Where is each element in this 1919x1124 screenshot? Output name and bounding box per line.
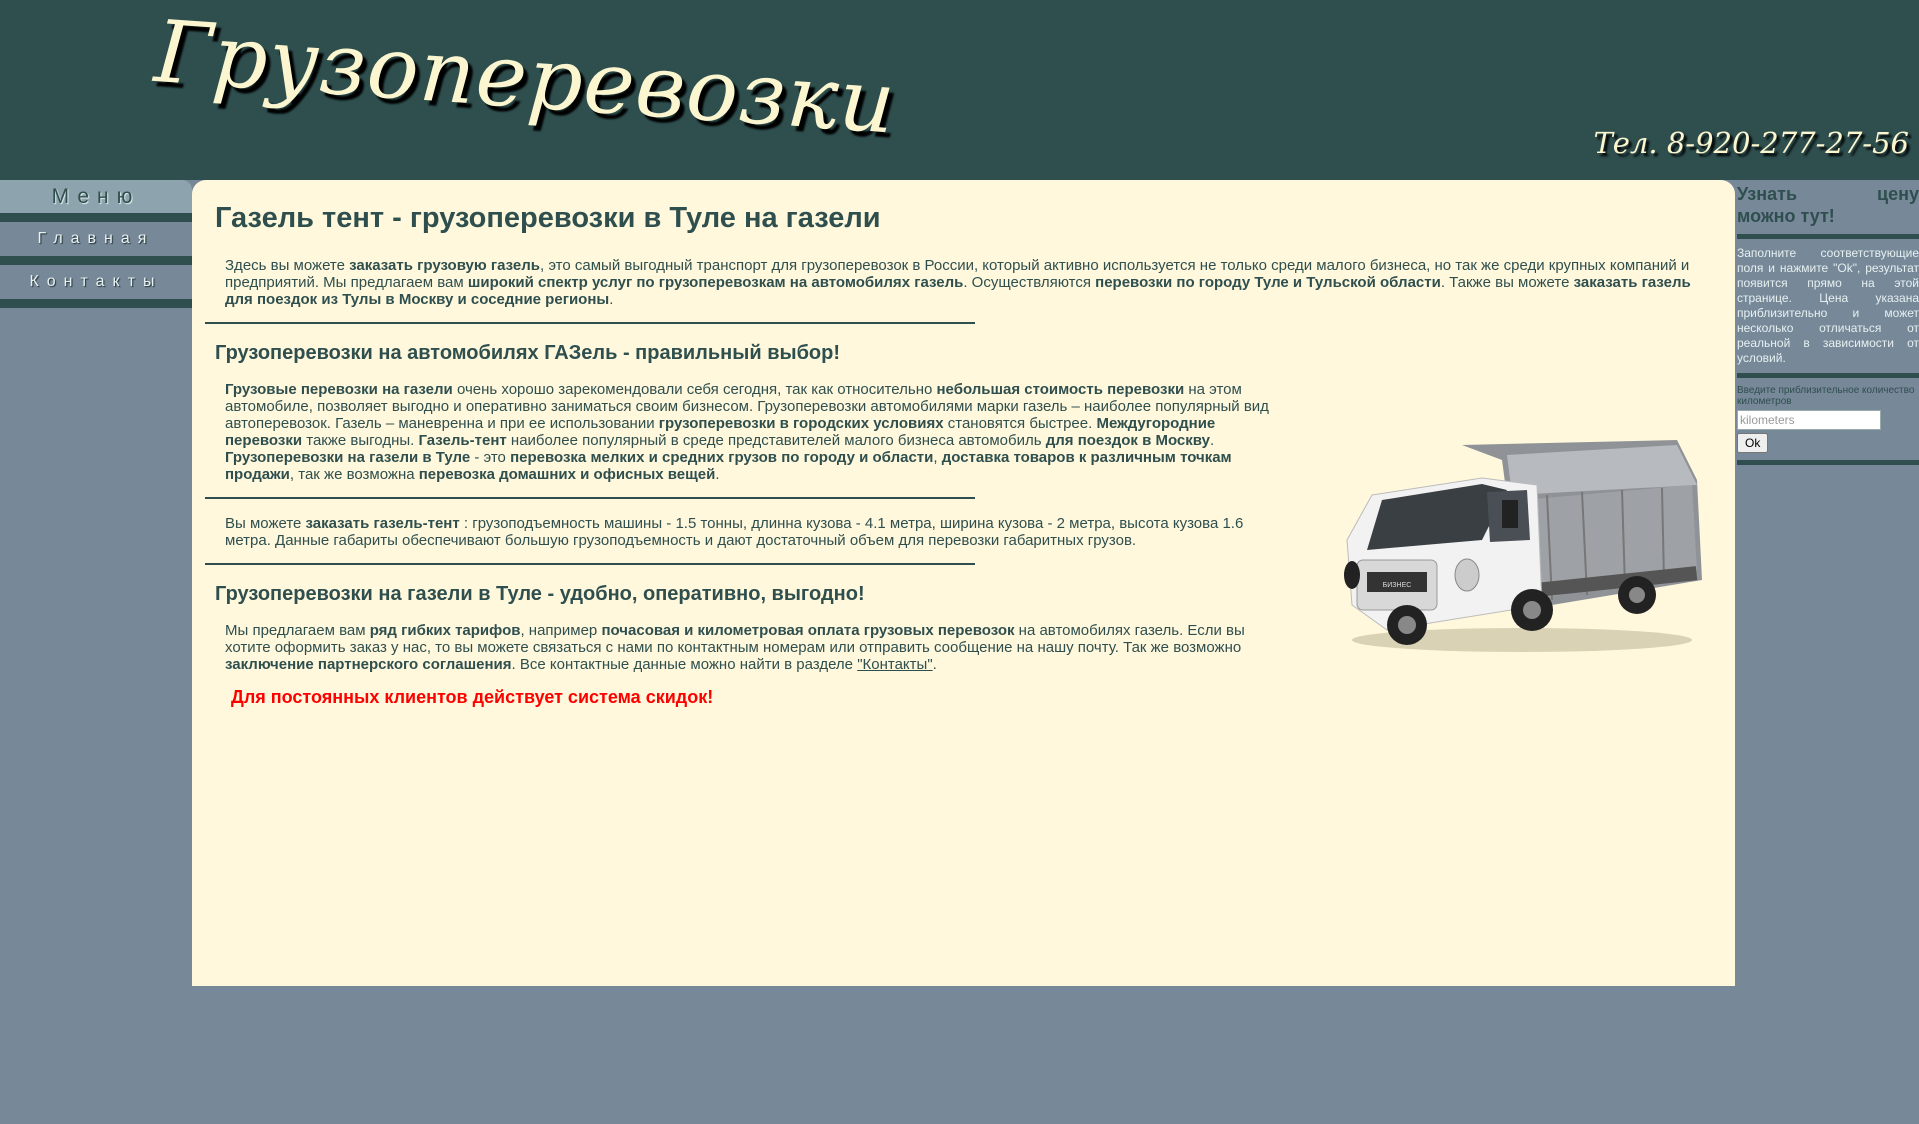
calculator-instructions: Заполните соответствующие поля и нажмите… — [1737, 246, 1919, 365]
choice-paragraph: Грузовые перевозки на газели очень хорош… — [225, 381, 1269, 483]
left-menu: Меню Главная Контакты — [0, 180, 192, 308]
menu-title: Меню — [0, 180, 192, 213]
calculator-divider — [1737, 460, 1919, 465]
calculator-divider — [1737, 373, 1919, 378]
menu-divider — [0, 213, 192, 222]
intro-paragraph: Здесь вы можете заказать грузовую газель… — [225, 257, 1691, 308]
section-divider — [205, 497, 975, 499]
page-title: Газель тент - грузоперевозки в Туле на г… — [215, 202, 881, 234]
ok-button[interactable]: Ok — [1737, 433, 1769, 453]
menu-divider — [0, 299, 192, 308]
section-divider — [205, 322, 975, 324]
site-logo[interactable]: Грузоперевозки — [152, 2, 899, 154]
price-calculator: Узнать цену можно тут! Заполните соответ… — [1737, 180, 1919, 472]
contacts-link[interactable]: "Контакты" — [857, 656, 932, 673]
discount-notice: Для постоянных клиентов действует систем… — [231, 687, 714, 707]
section-heading-convenient: Грузоперевозки на газели в Туле - удобно… — [215, 583, 865, 605]
gazelle-truck-image: БИЗНЕС — [1344, 440, 1702, 652]
calculator-title-line1: Узнать цену — [1737, 184, 1919, 204]
truck-plate-text: БИЗНЕС — [1383, 582, 1412, 589]
kilometers-input[interactable] — [1737, 410, 1881, 430]
km-field-label: Введите приблизительное количество килом… — [1737, 385, 1915, 407]
menu-divider — [0, 256, 192, 265]
nav-item-contacts[interactable]: Контакты — [0, 265, 192, 299]
site-header: Грузоперевозки Тел. 8-920-277-27-56 — [0, 0, 1919, 180]
calculator-divider — [1737, 234, 1919, 239]
section-heading-choice: Грузоперевозки на автомобилях ГАЗель - п… — [215, 342, 841, 364]
specs-paragraph: Вы можете заказать газель-тент : грузопо… — [225, 515, 1244, 549]
main-content: Газель тент - грузоперевозки в Туле на г… — [192, 180, 1735, 986]
section-divider — [205, 563, 975, 565]
calculator-title-line2: можно тут! — [1737, 206, 1835, 226]
header-phone: Тел. 8-920-277-27-56 — [1593, 126, 1909, 160]
nav-item-home[interactable]: Главная — [0, 222, 192, 256]
offer-paragraph: Мы предлагаем вам ряд гибких тарифов, на… — [225, 622, 1245, 673]
